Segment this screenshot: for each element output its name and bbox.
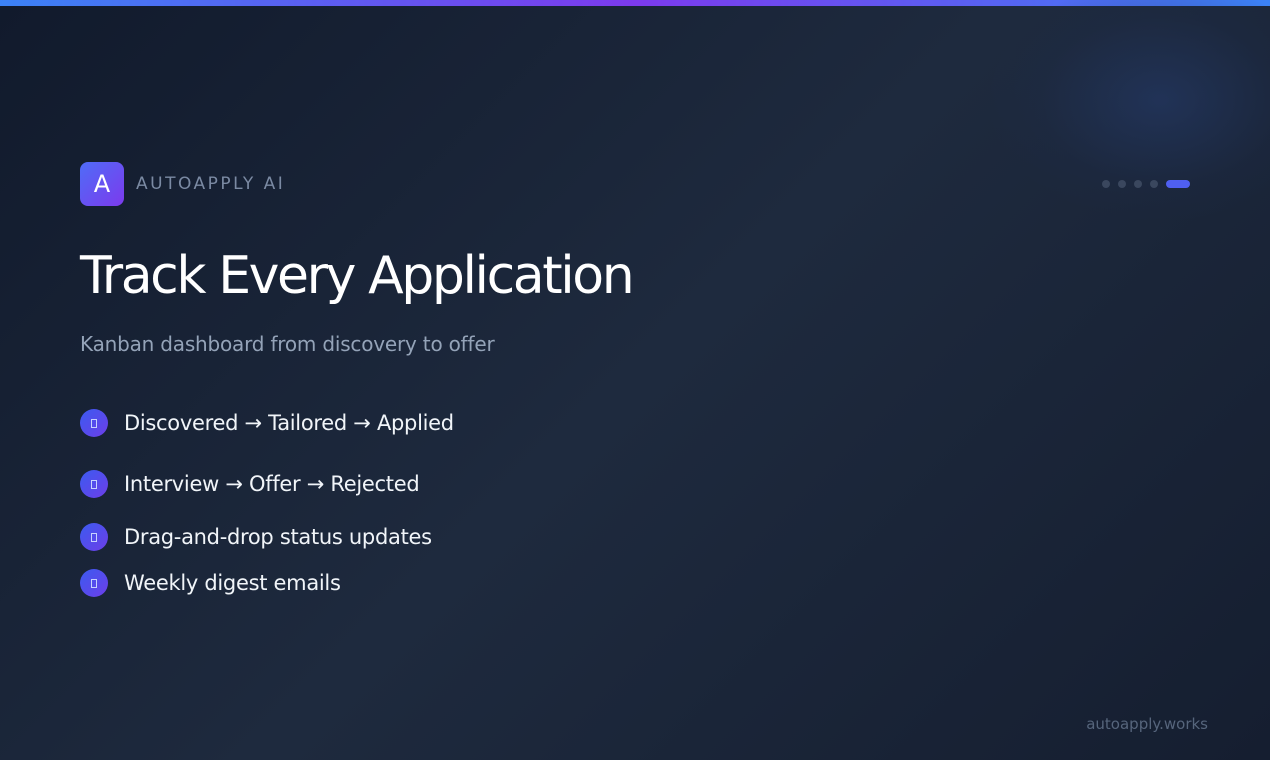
feature-bullet-icon <box>80 569 108 597</box>
feature-text: Weekly digest emails <box>124 571 341 595</box>
slide-title: Track Every Application <box>80 246 635 306</box>
feature-text: Discovered → Tailored → Applied <box>124 411 454 435</box>
pager-dot-5-active[interactable] <box>1166 180 1190 188</box>
feature-bullet-icon <box>80 523 108 551</box>
pager-dot-1[interactable] <box>1102 180 1110 188</box>
feature-bullet-icon <box>80 409 108 437</box>
pager-dot-2[interactable] <box>1118 180 1126 188</box>
brand-logo: A <box>80 162 124 206</box>
brand-name: AUTOAPPLY AI <box>136 174 286 194</box>
feature-bullet-icon <box>80 470 108 498</box>
feature-text: Interview → Offer → Rejected <box>124 472 420 496</box>
brand-header: A AUTOAPPLY AI <box>80 162 285 206</box>
pager-dot-3[interactable] <box>1134 180 1142 188</box>
feature-text: Drag-and-drop status updates <box>124 525 432 549</box>
feature-item: Discovered → Tailored → Applied <box>80 409 454 437</box>
pager-dot-4[interactable] <box>1150 180 1158 188</box>
slide-subtitle: Kanban dashboard from discovery to offer <box>80 332 495 356</box>
feature-item: Drag-and-drop status updates <box>80 523 432 551</box>
feature-item: Interview → Offer → Rejected <box>80 470 420 498</box>
feature-item: Weekly digest emails <box>80 569 341 597</box>
slide-pager <box>1102 180 1190 188</box>
footer-url[interactable]: autoapply.works <box>1086 715 1208 733</box>
